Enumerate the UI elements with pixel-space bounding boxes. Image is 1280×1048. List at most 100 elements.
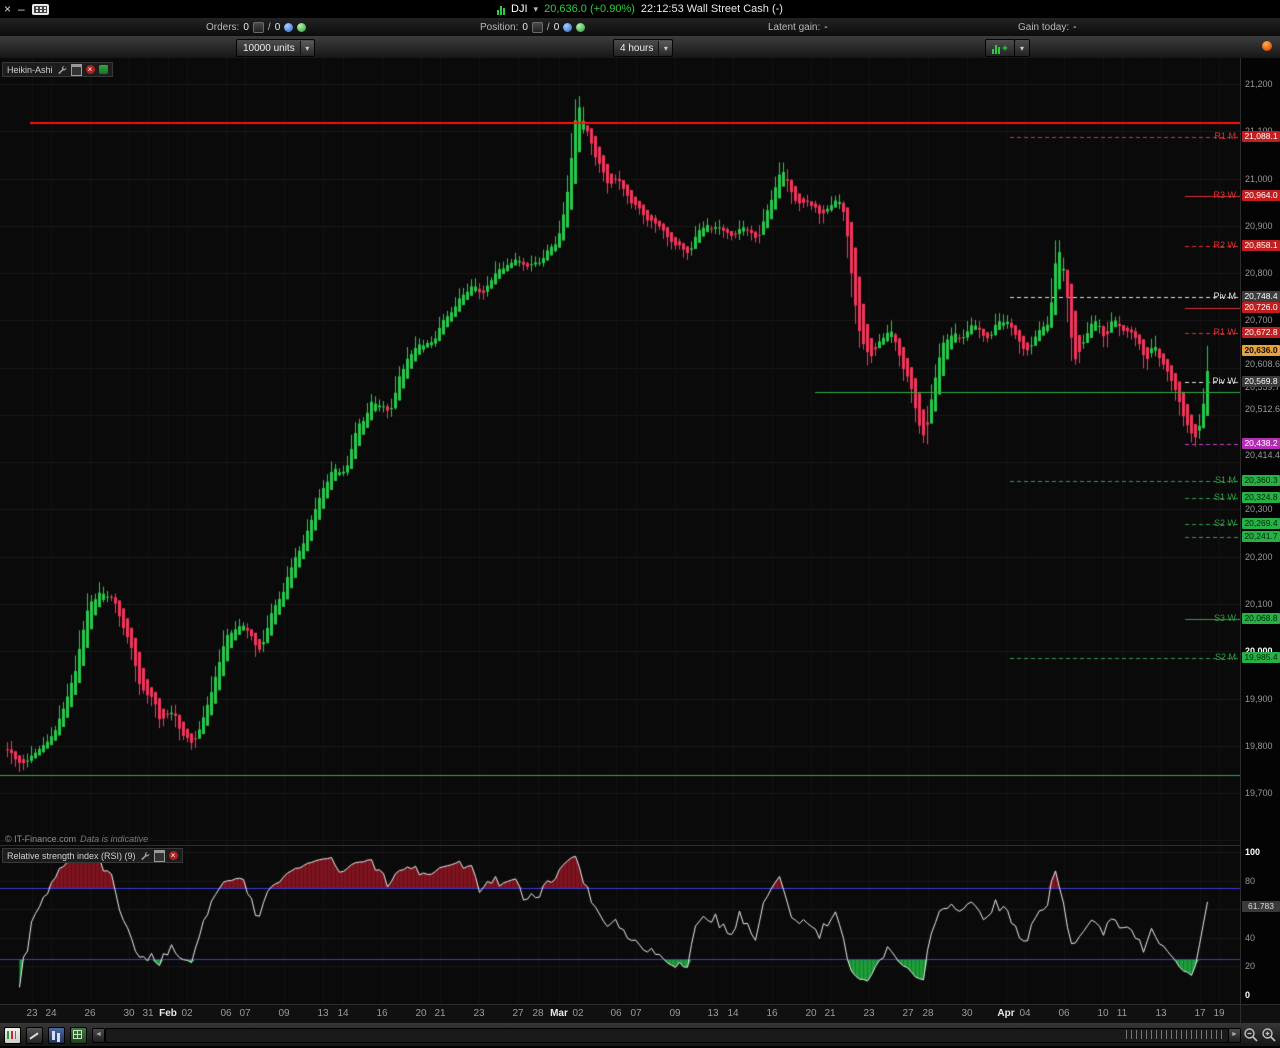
date-axis[interactable]: 2324263031Feb020607091314162021232728Mar…: [0, 1004, 1240, 1023]
date-axis-label: Mar: [550, 1008, 568, 1019]
orders-add-icon[interactable]: [297, 23, 306, 32]
zoom-in-icon[interactable]: [1261, 1027, 1277, 1043]
level-price-badge: 19,985.4: [1242, 652, 1280, 663]
level-price-badge: 20,858.1: [1242, 240, 1280, 251]
instrument-symbol[interactable]: DJI: [511, 3, 528, 15]
position-add-icon[interactable]: [576, 23, 585, 32]
date-axis-label: 21: [824, 1008, 835, 1019]
price-axis-label: 19,900: [1245, 694, 1273, 704]
price-axis-label: 20,200: [1245, 552, 1273, 562]
date-axis-label: 27: [512, 1008, 523, 1019]
rsi-axis-label: 80: [1245, 876, 1255, 886]
level-price-badge: 21,088.1: [1242, 131, 1280, 142]
date-axis-label: 24: [45, 1008, 56, 1019]
orders-settings-icon[interactable]: [284, 23, 293, 32]
date-axis-label: 13: [707, 1008, 718, 1019]
orders-status: Orders: 0 / 0: [206, 21, 306, 33]
disclaimer-text: Data is indicative: [80, 834, 148, 844]
add-indicator-button[interactable]: +: [985, 39, 1015, 57]
level-price-badge: 20,269.4: [1242, 518, 1280, 529]
date-axis-label: 30: [123, 1008, 134, 1019]
price-axis[interactable]: 21,20021,10021,00020,90020,80020,70020,3…: [1240, 58, 1280, 1004]
copyright-note: © IT-Finance.com Data is indicative: [5, 834, 148, 844]
date-axis-label: 16: [376, 1008, 387, 1019]
scrollbar-thumb[interactable]: [1122, 1030, 1226, 1039]
date-axis-label: 14: [727, 1008, 738, 1019]
market-time: 22:12:53 Wall Street Cash (-): [641, 3, 783, 15]
scroll-left-button[interactable]: ◄: [92, 1028, 105, 1043]
orders-list-icon[interactable]: [253, 22, 264, 33]
current-price-badge: 20,636.0: [1242, 345, 1280, 356]
alert-icon[interactable]: [1262, 41, 1272, 51]
date-axis-label: 07: [630, 1008, 641, 1019]
delete-icon[interactable]: ×: [169, 851, 178, 860]
units-value: 10000 units: [243, 43, 295, 54]
wrench-icon[interactable]: [57, 65, 67, 75]
gain-today-status: Gain today: -: [1018, 21, 1077, 33]
instrument-header: DJI ▾ 20,636.0 (+0.90%) 22:12:53 Wall St…: [0, 0, 1280, 18]
window-icon[interactable]: [71, 64, 82, 76]
position-label: Position:: [480, 22, 518, 33]
rsi-name: Relative strength index (RSI) (9): [7, 851, 136, 861]
chevron-down-icon[interactable]: ▾: [534, 4, 539, 15]
date-axis-label: 17: [1194, 1008, 1205, 1019]
date-axis-label: 27: [902, 1008, 913, 1019]
position-settings-icon[interactable]: [563, 23, 572, 32]
price-chart-canvas[interactable]: [0, 58, 1240, 846]
level-price-badge: 20,068.8: [1242, 613, 1280, 624]
date-axis-label: 28: [922, 1008, 933, 1019]
date-axis-label: 23: [26, 1008, 37, 1019]
position-status: Position: 0 / 0: [480, 21, 585, 33]
level-price-badge: 20,569.8: [1242, 376, 1280, 387]
position-list-icon[interactable]: [532, 22, 543, 33]
level-price-badge: 20,726.0: [1242, 302, 1280, 313]
price-axis-label: 20,100: [1245, 599, 1273, 609]
rsi-chart-canvas[interactable]: [0, 846, 1240, 1004]
level-price-badge: 20,438.2: [1242, 438, 1280, 449]
copyright-text: © IT-Finance.com: [5, 834, 76, 844]
price-marker-label: 20,414.4: [1245, 450, 1280, 460]
orders-separator: /: [268, 22, 271, 33]
date-axis-label: 13: [317, 1008, 328, 1019]
scroll-right-button[interactable]: ►: [1228, 1028, 1241, 1043]
date-axis-label: 21: [434, 1008, 445, 1019]
position-separator: /: [547, 22, 550, 33]
price-axis-label: 19,800: [1245, 741, 1273, 751]
new-chart-icon[interactable]: [4, 1027, 21, 1044]
orders-label: Orders:: [206, 22, 239, 33]
grid-view-icon[interactable]: [70, 1027, 87, 1044]
chevron-down-icon[interactable]: ▾: [658, 41, 672, 55]
candle-style-icon[interactable]: [48, 1027, 65, 1044]
date-axis-label: 23: [473, 1008, 484, 1019]
level-price-badge: 20,324.8: [1242, 492, 1280, 503]
rsi-axis-label: 20: [1245, 961, 1255, 971]
date-axis-label: 02: [181, 1008, 192, 1019]
chart-options-dropdown[interactable]: ▾: [1014, 39, 1030, 57]
chart-scrollbar[interactable]: [105, 1028, 1229, 1043]
orders-count-2: 0: [275, 22, 281, 33]
date-axis-label: 06: [1058, 1008, 1069, 1019]
window-icon[interactable]: [154, 850, 165, 862]
price-axis-label: 20,800: [1245, 268, 1273, 278]
wrench-icon[interactable]: [140, 851, 150, 861]
plus-icon: +: [1002, 43, 1007, 53]
chart-region: Heikin-Ashi × © IT-Finance.comData is in…: [0, 58, 1280, 1022]
units-select[interactable]: 10000 units ▾: [236, 39, 315, 57]
delete-icon[interactable]: ×: [86, 65, 95, 74]
draw-tool-icon[interactable]: [26, 1027, 43, 1044]
chevron-down-icon[interactable]: ▾: [300, 41, 314, 55]
date-axis-label: 06: [610, 1008, 621, 1019]
rsi-header: Relative strength index (RSI) (9) ×: [2, 848, 183, 863]
date-axis-label: 14: [337, 1008, 348, 1019]
timeframe-select[interactable]: 4 hours ▾: [613, 39, 673, 57]
date-axis-label: 23: [863, 1008, 874, 1019]
date-axis-label: 02: [572, 1008, 583, 1019]
date-axis-label: 26: [84, 1008, 95, 1019]
position-count-2: 0: [554, 22, 560, 33]
rsi-axis-label: 40: [1245, 933, 1255, 943]
date-axis-label: 09: [669, 1008, 680, 1019]
zoom-out-icon[interactable]: [1243, 1027, 1259, 1043]
panel-divider[interactable]: [0, 845, 1240, 846]
detach-icon[interactable]: [99, 65, 108, 74]
bottom-toolbar: ◄ ►: [0, 1022, 1280, 1046]
